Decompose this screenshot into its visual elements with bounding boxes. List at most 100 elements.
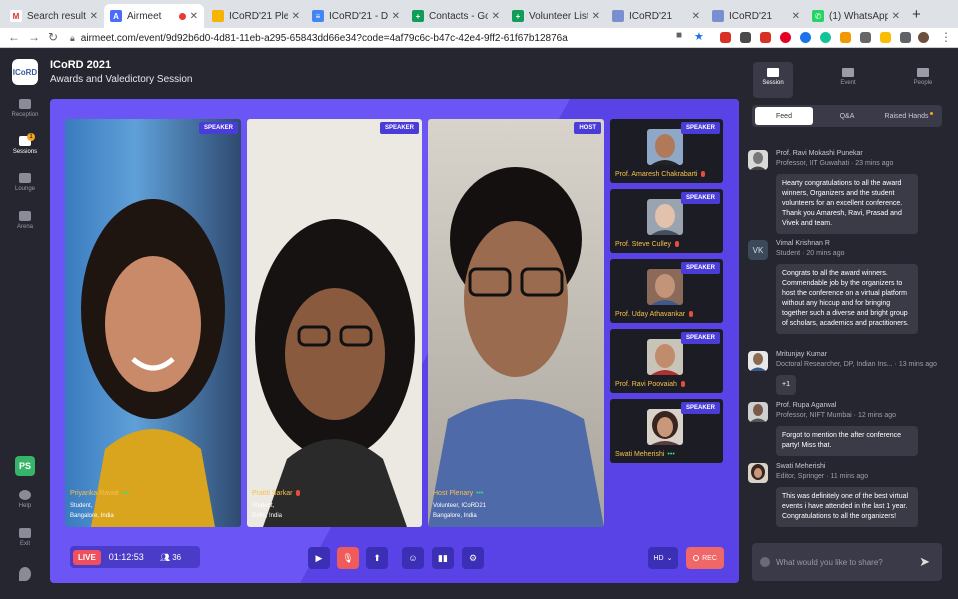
close-tab-icon[interactable]: ✕ bbox=[90, 11, 98, 22]
speaker-thumb[interactable]: SPEAKER Prof. Steve Culley bbox=[610, 189, 723, 253]
send-icon[interactable]: ➤ bbox=[919, 554, 930, 570]
speaker-tag: SPEAKER bbox=[379, 122, 419, 134]
participant-role: Student, bbox=[252, 503, 275, 509]
close-tab-icon[interactable]: ✕ bbox=[692, 11, 700, 22]
message-bubble: Congrats to all the award winners. Comme… bbox=[776, 264, 918, 334]
settings-button[interactable]: ⚙ bbox=[462, 547, 484, 569]
close-tab-icon[interactable]: ✕ bbox=[190, 11, 198, 22]
tab-event[interactable]: Event bbox=[828, 62, 868, 98]
video-tile-pratiti[interactable]: SPEAKER Pratiti Sarkar Student, Delhi, In… bbox=[247, 119, 422, 527]
back-icon[interactable]: ← bbox=[8, 30, 20, 44]
event-logo[interactable]: ICoRD bbox=[12, 59, 38, 85]
extension-icon[interactable] bbox=[760, 32, 771, 43]
video-tile-priyanka[interactable]: SPEAKER Priyanka Rawal ••• Student, Bangal… bbox=[65, 119, 241, 527]
browser-tab[interactable]: ICoRD'21 ✕ bbox=[606, 4, 706, 28]
grammarly-icon[interactable] bbox=[820, 32, 831, 43]
record-button[interactable]: REC bbox=[686, 547, 724, 569]
speaker-thumb[interactable]: SPEAKER Swati Meherishi ••• bbox=[610, 399, 723, 463]
message-bubble: +1 bbox=[776, 375, 796, 395]
message-meta: Doctoral Researcher, DP, Indian Ins... ·… bbox=[776, 361, 937, 368]
close-tab-icon[interactable]: ✕ bbox=[292, 11, 300, 22]
close-tab-icon[interactable]: ✕ bbox=[792, 11, 800, 22]
speaking-indicator: ••• bbox=[121, 490, 129, 497]
muted-mic-icon bbox=[680, 381, 685, 388]
subtab-qa[interactable]: Q&A bbox=[818, 107, 876, 125]
user-avatar[interactable]: PS bbox=[15, 456, 35, 476]
video-tile-host[interactable]: HOST Host Plenary ••• Volunteer, ICoRD21 B… bbox=[428, 119, 604, 527]
emoji-icon[interactable] bbox=[760, 557, 770, 567]
arena-icon bbox=[19, 211, 31, 221]
help-button[interactable]: Help bbox=[0, 490, 50, 509]
profile-avatar[interactable] bbox=[918, 32, 929, 43]
participant-role: Student, bbox=[70, 503, 93, 509]
tab-people[interactable]: People bbox=[903, 62, 943, 98]
speaking-indicator: ••• bbox=[476, 490, 484, 497]
close-tab-icon[interactable]: ✕ bbox=[392, 11, 400, 22]
message-input[interactable] bbox=[776, 555, 906, 569]
browser-tab[interactable]: ≡ ICoRD'21 - Day 4 ✕ bbox=[306, 4, 406, 28]
puzzle-extensions-icon[interactable] bbox=[900, 32, 911, 43]
browser-tab[interactable]: M Search results - ✕ bbox=[4, 4, 104, 28]
attendee-count[interactable]: 👥︎ 36 bbox=[160, 553, 181, 562]
browser-tab[interactable]: ✆ (1) WhatsApp ✕ bbox=[806, 4, 906, 28]
exit-button[interactable]: Exit bbox=[0, 528, 50, 547]
extension-icon[interactable] bbox=[740, 32, 751, 43]
nav-arena[interactable]: Arena bbox=[0, 211, 50, 230]
speaker-thumb[interactable]: SPEAKER Prof. Uday Athavankar bbox=[610, 259, 723, 323]
tab-title: Airmeet bbox=[127, 10, 162, 22]
nav-lounge[interactable]: Lounge bbox=[0, 173, 50, 192]
browser-tab-active[interactable]: A Airmeet ✕ bbox=[104, 4, 204, 28]
speaker-name: Prof. Amaresh Chakrabarti bbox=[615, 171, 706, 178]
extension-icon[interactable] bbox=[860, 32, 871, 43]
video-quality-select[interactable]: HD ⌄ bbox=[648, 547, 678, 569]
speaker-thumb[interactable]: SPEAKER Prof. Amaresh Chakrabarti bbox=[610, 119, 723, 183]
attendee-count-value: 36 bbox=[172, 552, 182, 562]
url-field[interactable]: 🔒︎ airmeet.com/event/9d92b6d0-4d81-11eb-… bbox=[70, 30, 710, 46]
extension-icon[interactable] bbox=[800, 32, 811, 43]
notification-badge: 1 bbox=[27, 133, 35, 141]
extension-icon[interactable] bbox=[840, 32, 851, 43]
mic-toggle-button[interactable]: 🎙︎ bbox=[337, 547, 359, 569]
browser-tab[interactable]: ICoRD'21 ✕ bbox=[706, 4, 806, 28]
new-tab-icon[interactable]: + bbox=[912, 6, 921, 23]
pinterest-icon[interactable] bbox=[780, 32, 791, 43]
speaker-thumb[interactable]: SPEAKER Prof. Ravi Poovaiah bbox=[610, 329, 723, 393]
people-icon: 👥︎ bbox=[159, 552, 173, 562]
forward-icon[interactable]: → bbox=[28, 30, 40, 44]
airmeet-app: ICoRD Reception 1 Sessions Lounge Arena P… bbox=[0, 49, 958, 599]
camera-toggle-button[interactable]: ▶ bbox=[308, 547, 330, 569]
nav-label: Help bbox=[18, 503, 32, 509]
kebab-menu-icon[interactable]: ⋮ bbox=[940, 30, 952, 44]
session-title: Awards and Valedictory Session bbox=[50, 74, 193, 85]
nav-sessions[interactable]: 1 Sessions bbox=[0, 133, 50, 155]
screen-share-button[interactable]: ⬆ bbox=[366, 547, 388, 569]
tab-title: ICoRD'21 bbox=[729, 10, 773, 22]
close-tab-icon[interactable]: ✕ bbox=[492, 11, 500, 22]
user-avatar: VK bbox=[748, 240, 768, 260]
participant-role: Volunteer, ICoRD21 bbox=[433, 503, 487, 509]
close-tab-icon[interactable]: ✕ bbox=[892, 11, 900, 22]
message-bubble: Hearty congratulations to all the award … bbox=[776, 174, 918, 234]
browser-tab[interactable]: + Volunteer List IC ✕ bbox=[506, 4, 606, 28]
camera-icon[interactable]: ■ bbox=[676, 30, 682, 41]
polls-button[interactable]: ▮▮ bbox=[432, 547, 454, 569]
participant-info: Volunteer, ICoRD21 Bangalore, India bbox=[433, 501, 486, 521]
nav-reception[interactable]: Reception bbox=[0, 99, 50, 118]
browser-tab[interactable]: + Contacts - Goog ✕ bbox=[406, 4, 506, 28]
close-tab-icon[interactable]: ✕ bbox=[592, 11, 600, 22]
mic-muted-icon: 🎙︎ bbox=[342, 552, 354, 563]
browser-tab[interactable]: ICoRD'21 Plenary ✕ bbox=[206, 4, 306, 28]
chevron-down-icon: ⌄ bbox=[666, 555, 673, 562]
subtab-raised-hands[interactable]: Raised Hands bbox=[880, 107, 938, 125]
reload-icon[interactable]: ↻ bbox=[48, 30, 58, 44]
record-label: REC bbox=[702, 554, 717, 562]
folder-icon[interactable] bbox=[880, 32, 891, 43]
extension-icon[interactable] bbox=[720, 32, 731, 43]
message-bubble: This was definitely one of the best virt… bbox=[776, 487, 918, 527]
bookmark-star-icon[interactable]: ★ bbox=[694, 30, 704, 43]
tab-session[interactable]: Session bbox=[753, 62, 793, 98]
user-avatar bbox=[748, 351, 768, 371]
subtab-feed[interactable]: Feed bbox=[755, 107, 813, 125]
reactions-button[interactable]: ☺ bbox=[402, 547, 424, 569]
participant-info: Student, Delhi, India bbox=[252, 501, 282, 521]
